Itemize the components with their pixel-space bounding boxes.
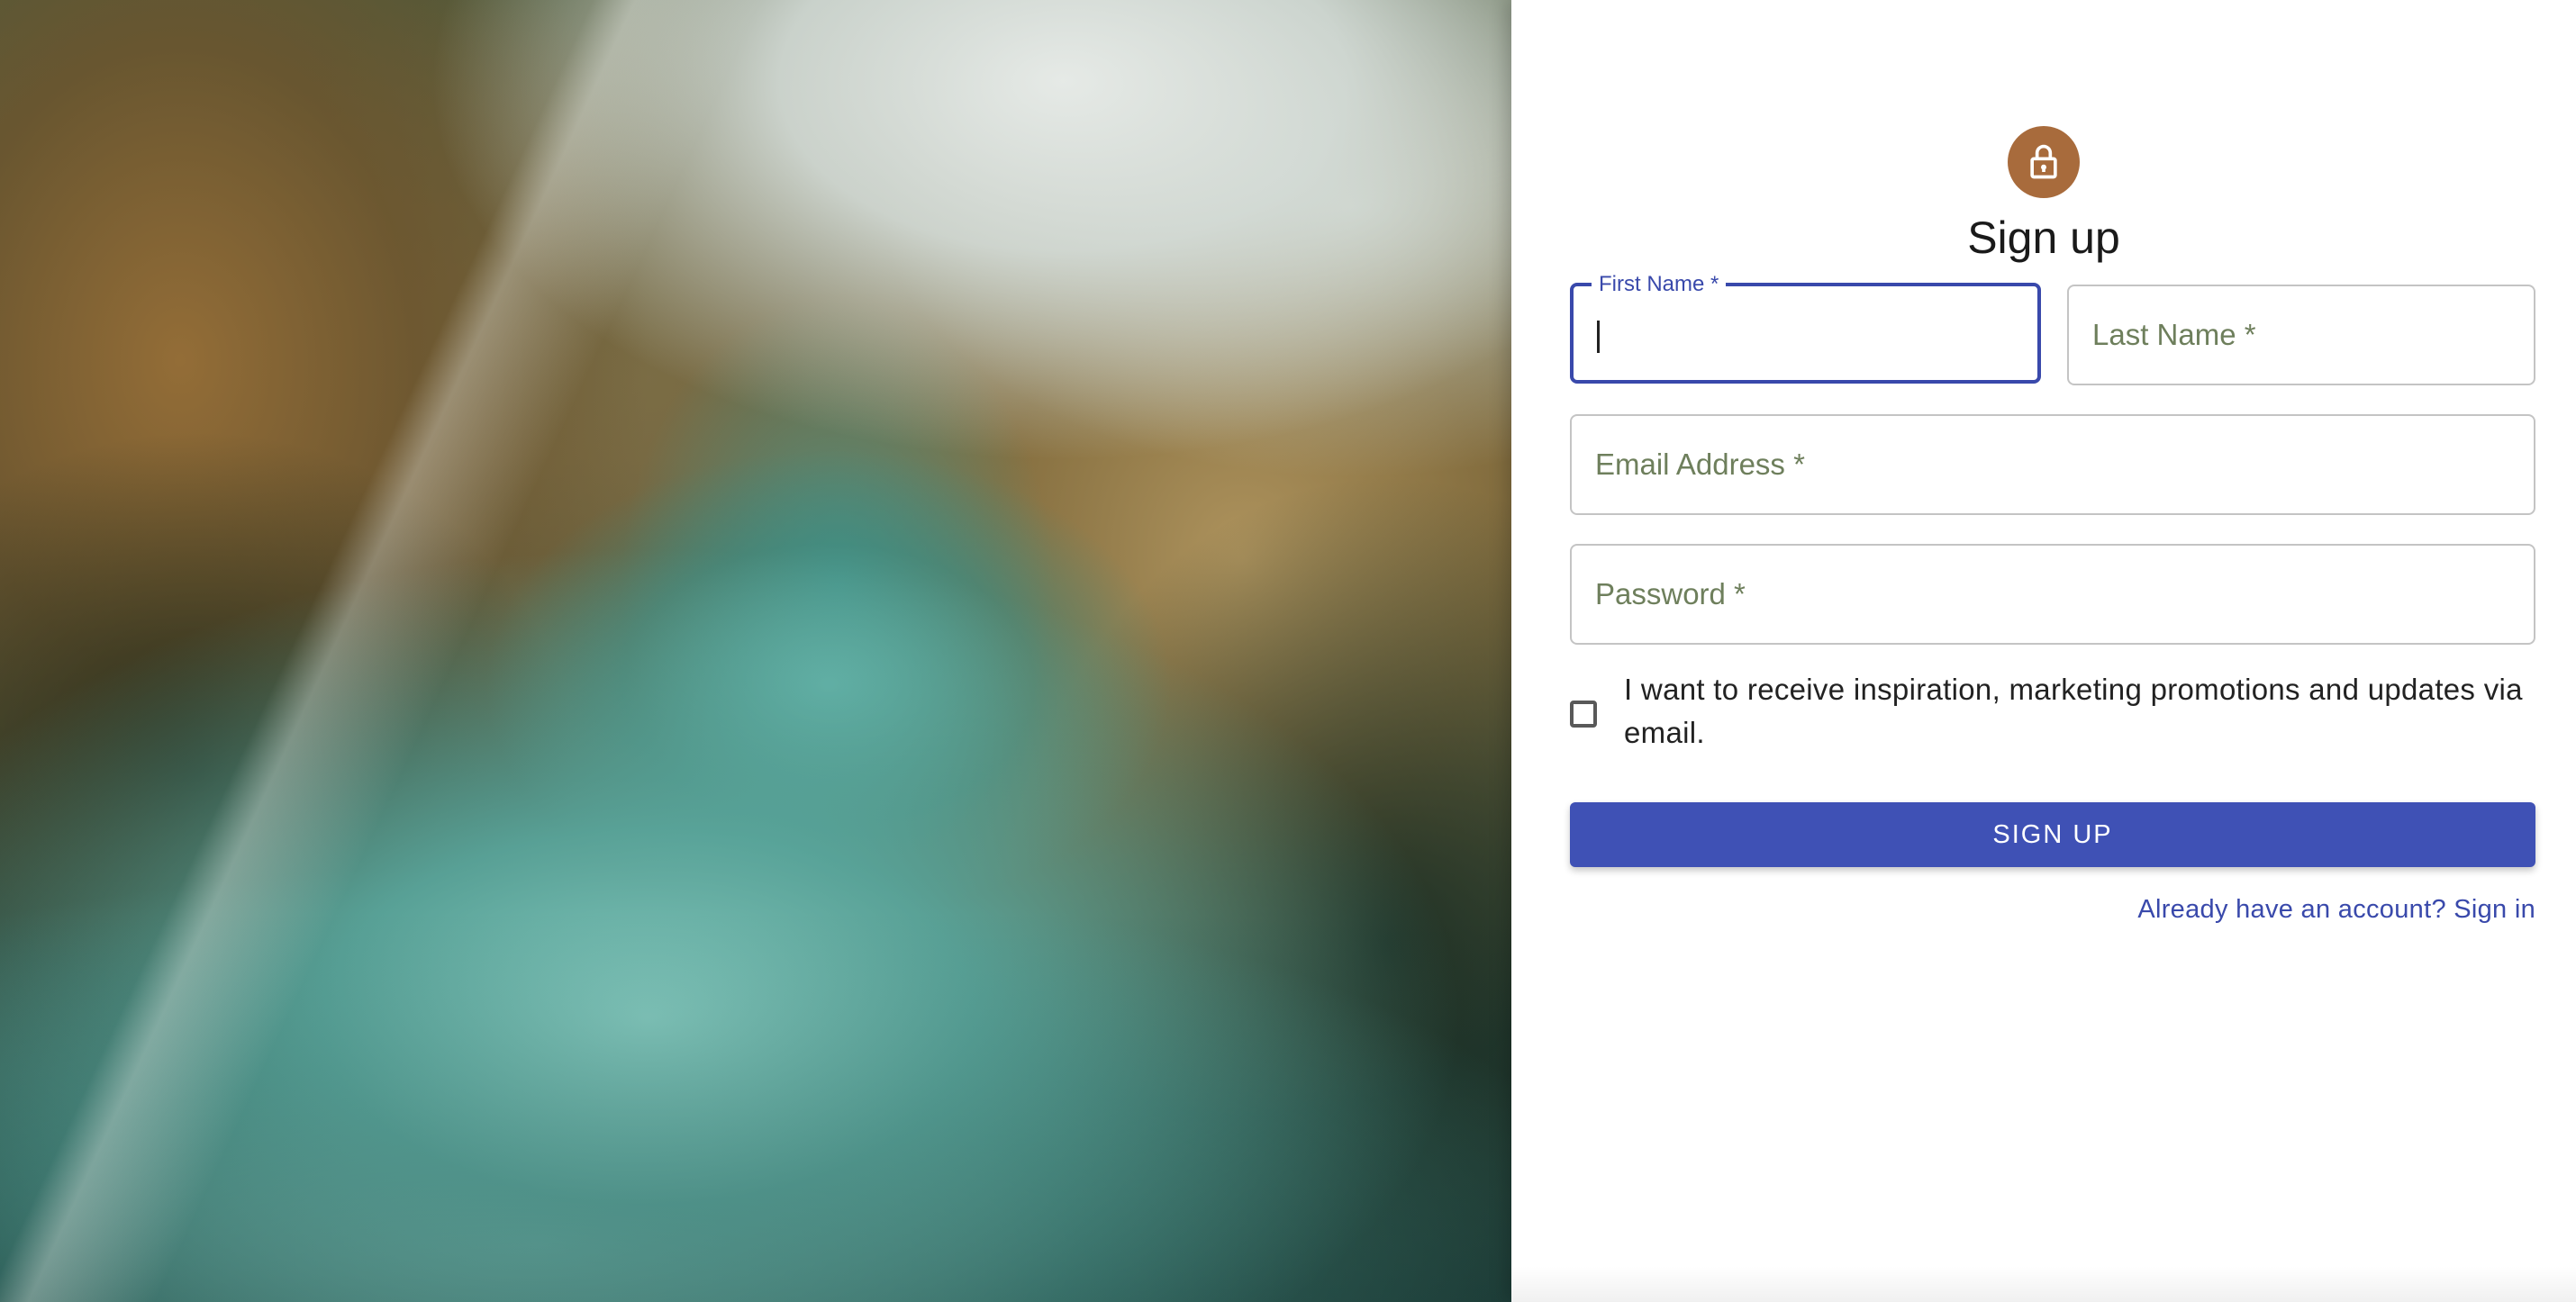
marketing-opt-in: I want to receive inspiration, marketing… — [1570, 668, 2543, 755]
signup-page: Sign up First Name * Last Name * Email A… — [0, 0, 2576, 1302]
last-name-field[interactable]: Last Name * — [2067, 285, 2535, 385]
hero-landscape-image — [0, 0, 1511, 1302]
sign-in-link[interactable]: Already have an account? Sign in — [2137, 895, 2535, 925]
last-name-placeholder: Last Name * — [2092, 318, 2256, 351]
page-title: Sign up — [1967, 212, 2120, 263]
password-placeholder: Password * — [1595, 577, 1746, 610]
avatar — [2008, 126, 2080, 198]
signup-panel: Sign up First Name * Last Name * Email A… — [1511, 0, 2576, 1302]
text-cursor — [1597, 321, 1600, 353]
first-name-label: First Name * — [1592, 272, 1727, 297]
marketing-checkbox-label[interactable]: I want to receive inspiration, marketing… — [1624, 668, 2543, 755]
email-placeholder: Email Address * — [1595, 448, 1805, 481]
password-field[interactable]: Password * — [1570, 544, 2535, 645]
email-field[interactable]: Email Address * — [1570, 414, 2535, 515]
marketing-checkbox[interactable] — [1570, 701, 1597, 728]
first-name-field[interactable]: First Name * — [1570, 272, 2041, 384]
sign-up-button[interactable]: SIGN UP — [1570, 802, 2535, 867]
lock-icon — [2030, 144, 2057, 179]
